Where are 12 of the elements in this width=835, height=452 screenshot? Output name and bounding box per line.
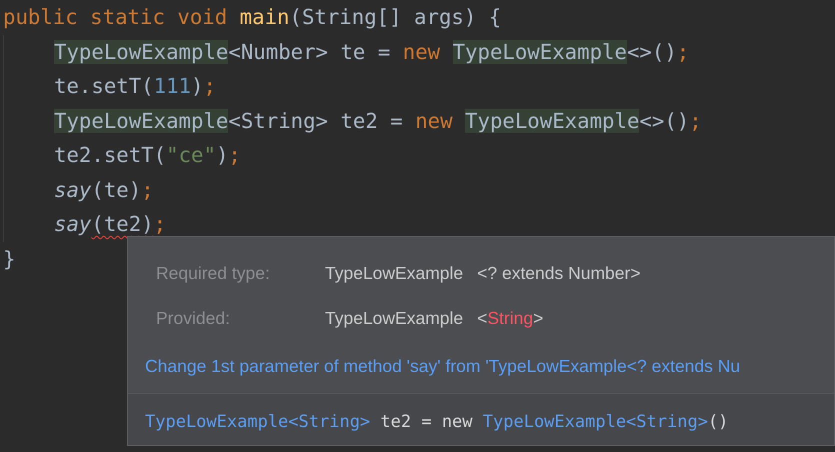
type-value: TypeLowExample <String> — [325, 307, 544, 330]
code-line: say(te); — [54, 176, 154, 204]
code-line: te.setT(111); — [54, 73, 216, 100]
code-line: say(te2); — [54, 211, 166, 238]
code-line: } — [3, 246, 16, 272]
field-label: Provided: — [156, 307, 231, 330]
code-line: te2.setT("ce"); — [54, 142, 241, 169]
code-line: TypeLowExample<String> te2 = new TypeLowExample<>(); — [54, 108, 702, 134]
field-label: Required type: — [156, 262, 271, 285]
code-line: public static void main(String[] args) { — [3, 4, 502, 31]
code-line: TypeLowExample<Number> te = new TypeLowExample<>(); — [54, 38, 690, 66]
type-value: TypeLowExample <? extends Number> — [325, 262, 641, 285]
